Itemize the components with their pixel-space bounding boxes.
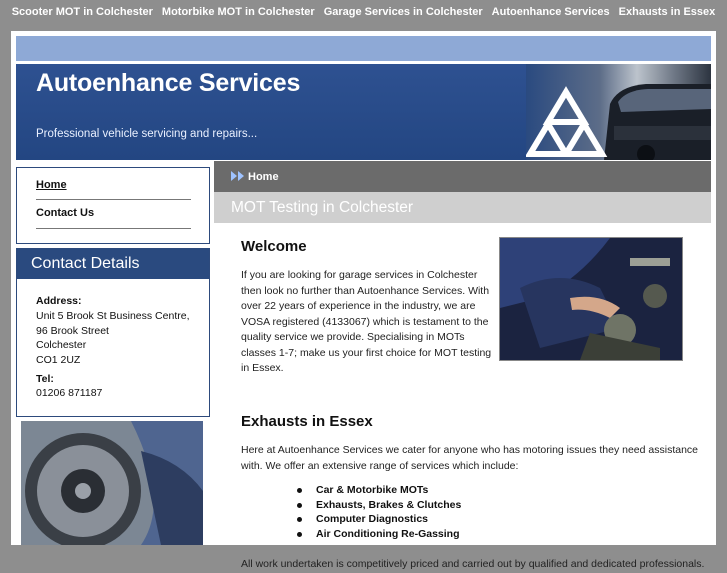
topnav-link-motorbike-mot[interactable]: Motorbike MOT in Colchester bbox=[162, 6, 315, 18]
paragraph-line: over 22 years of experience in the indus… bbox=[241, 300, 476, 312]
paragraph-line: VOSA registered (4133067) which is testa… bbox=[241, 315, 489, 328]
paragraph-line: Here at Autoenhance Services we cater fo… bbox=[241, 444, 699, 456]
tel-number: 01206 871187 bbox=[36, 387, 103, 399]
main-content: Home MOT Testing in Colchester Welcome I… bbox=[214, 161, 711, 570]
address-line: 96 Brook Street bbox=[36, 324, 109, 337]
list-item: Car & Motorbike MOTs bbox=[297, 484, 461, 499]
top-navigation: Scooter MOT in Colchester Motorbike MOT … bbox=[0, 0, 727, 24]
service-label: Exhausts, Brakes & Clutches bbox=[316, 498, 462, 511]
list-item: Computer Diagnostics bbox=[297, 513, 461, 528]
sidebar-item-contact-us[interactable]: Contact Us bbox=[36, 207, 94, 219]
paragraph-line: quality service we provide. Specialising… bbox=[241, 331, 465, 343]
sidebar-nav: Home Contact Us bbox=[16, 167, 210, 244]
address-label: Address: bbox=[36, 295, 82, 307]
footer-paragraph: All work undertaken is competitively pri… bbox=[241, 558, 705, 570]
tel-label: Tel: bbox=[36, 373, 54, 385]
paragraph-line: then look no further than Autoenhance Se… bbox=[241, 284, 490, 297]
nav-divider bbox=[36, 228, 191, 229]
welcome-heading: Welcome bbox=[241, 238, 307, 255]
nav-divider bbox=[36, 199, 191, 200]
exhausts-heading: Exhausts in Essex bbox=[241, 413, 373, 430]
list-item: Exhausts, Brakes & Clutches bbox=[297, 499, 461, 514]
double-chevron-icon bbox=[231, 171, 244, 181]
list-item: Air Conditioning Re-Gassing bbox=[297, 528, 461, 543]
paragraph-line: If you are looking for garage services i… bbox=[241, 269, 478, 281]
topnav-link-garage-services[interactable]: Garage Services in Colchester bbox=[324, 6, 483, 18]
mot-logo-car-photo bbox=[526, 64, 711, 160]
bullet-icon bbox=[297, 517, 302, 522]
bullet-icon bbox=[297, 531, 302, 537]
service-label: Air Conditioning Re-Gassing bbox=[316, 527, 460, 540]
site-tagline: Professional vehicle servicing and repai… bbox=[36, 128, 258, 140]
page-title: MOT Testing in Colchester bbox=[231, 199, 414, 216]
breadcrumb-home-link[interactable]: Home bbox=[248, 171, 279, 183]
address-line: Colchester bbox=[36, 339, 87, 351]
header-stripe bbox=[16, 36, 711, 61]
bullet-icon bbox=[297, 488, 302, 493]
page-frame: Autoenhance Services Professional vehicl… bbox=[11, 31, 716, 570]
service-label: Computer Diagnostics bbox=[316, 513, 429, 525]
breadcrumb: Home bbox=[214, 161, 711, 192]
contact-heading-text: Contact Details bbox=[31, 255, 140, 272]
site-title: Autoenhance Services bbox=[36, 69, 301, 97]
paragraph-line: classes 1-7; make us your first choice f… bbox=[241, 346, 492, 359]
header-banner: Autoenhance Services Professional vehicl… bbox=[16, 64, 711, 160]
page-title-bar: MOT Testing in Colchester bbox=[214, 192, 711, 223]
mechanic-engine-photo bbox=[499, 237, 683, 361]
contact-details-box: Contact Details Address: Unit 5 Brook St… bbox=[16, 248, 210, 417]
topnav-link-autoenhance[interactable]: Autoenhance Services bbox=[492, 6, 610, 18]
services-list: Car & Motorbike MOTs Exhausts, Brakes & … bbox=[297, 484, 461, 542]
paragraph-line: in Essex. bbox=[241, 362, 284, 374]
contact-heading: Contact Details bbox=[17, 249, 209, 279]
address-line: CO1 2UZ bbox=[36, 353, 81, 366]
service-label: Car & Motorbike MOTs bbox=[316, 484, 429, 496]
brake-disc-photo bbox=[21, 421, 203, 545]
address-line: Unit 5 Brook St Business Centre, bbox=[36, 310, 190, 322]
topnav-link-scooter-mot[interactable]: Scooter MOT in Colchester bbox=[12, 6, 153, 18]
welcome-paragraph: If you are looking for garage services i… bbox=[241, 268, 491, 377]
bullet-icon bbox=[297, 502, 302, 508]
paragraph-line: with. We offer an extensive range of ser… bbox=[241, 459, 519, 472]
topnav-link-exhausts[interactable]: Exhausts in Essex bbox=[619, 6, 716, 18]
sidebar-item-home[interactable]: Home bbox=[36, 179, 67, 191]
exhausts-paragraph: Here at Autoenhance Services we cater fo… bbox=[241, 443, 698, 474]
